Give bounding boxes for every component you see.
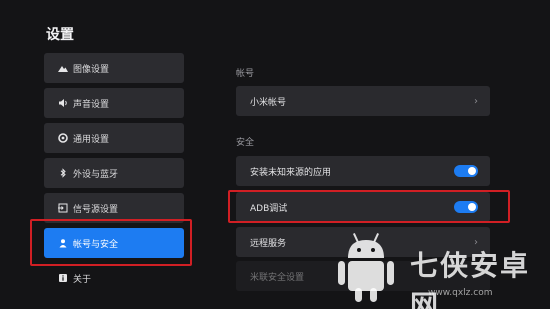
highlight-box-account-security bbox=[30, 219, 192, 266]
watermark-text: 七侠安卓网 bbox=[410, 249, 531, 309]
sidebar-item-image[interactable]: 图像设置 bbox=[44, 53, 184, 83]
unknown-sources-toggle[interactable] bbox=[454, 165, 478, 177]
mi-security-label: 米联安全设置 bbox=[250, 272, 305, 283]
sidebar-item-about[interactable]: 关于 bbox=[44, 263, 184, 293]
page-title: 设置 bbox=[46, 27, 74, 43]
mi-account-row[interactable]: 小米帐号 › bbox=[236, 86, 490, 116]
sidebar-item-bluetooth[interactable]: 外设与蓝牙 bbox=[44, 158, 184, 188]
gear-icon bbox=[58, 133, 68, 143]
section-label-account: 帐号 bbox=[236, 69, 255, 79]
remote-service-label: 远程服务 bbox=[250, 238, 287, 249]
image-icon bbox=[58, 63, 68, 73]
mi-account-label: 小米帐号 bbox=[250, 97, 287, 108]
info-icon bbox=[58, 273, 68, 283]
sidebar-item-label: 通用设置 bbox=[73, 134, 110, 145]
unknown-sources-label: 安装未知来源的应用 bbox=[250, 167, 332, 178]
sidebar-item-label: 图像设置 bbox=[73, 64, 110, 75]
bluetooth-icon bbox=[58, 168, 68, 178]
chevron-right-icon: › bbox=[474, 95, 478, 107]
sidebar-item-general[interactable]: 通用设置 bbox=[44, 123, 184, 153]
sidebar-item-label: 关于 bbox=[73, 274, 92, 285]
sidebar-item-label: 外设与蓝牙 bbox=[73, 169, 119, 180]
input-source-icon bbox=[58, 203, 68, 213]
unknown-sources-row[interactable]: 安装未知来源的应用 bbox=[236, 156, 490, 186]
watermark-url: www.qxlz.com bbox=[428, 288, 493, 298]
sidebar-item-label: 声音设置 bbox=[73, 99, 110, 110]
section-label-security: 安全 bbox=[236, 138, 255, 148]
speaker-icon bbox=[58, 98, 68, 108]
sidebar-item-sound[interactable]: 声音设置 bbox=[44, 88, 184, 118]
android-robot-icon bbox=[338, 233, 394, 302]
highlight-box-adb bbox=[228, 190, 510, 223]
watermark: 七侠安卓网 www.qxlz.com bbox=[336, 226, 550, 309]
sidebar-item-label: 信号源设置 bbox=[73, 204, 119, 215]
